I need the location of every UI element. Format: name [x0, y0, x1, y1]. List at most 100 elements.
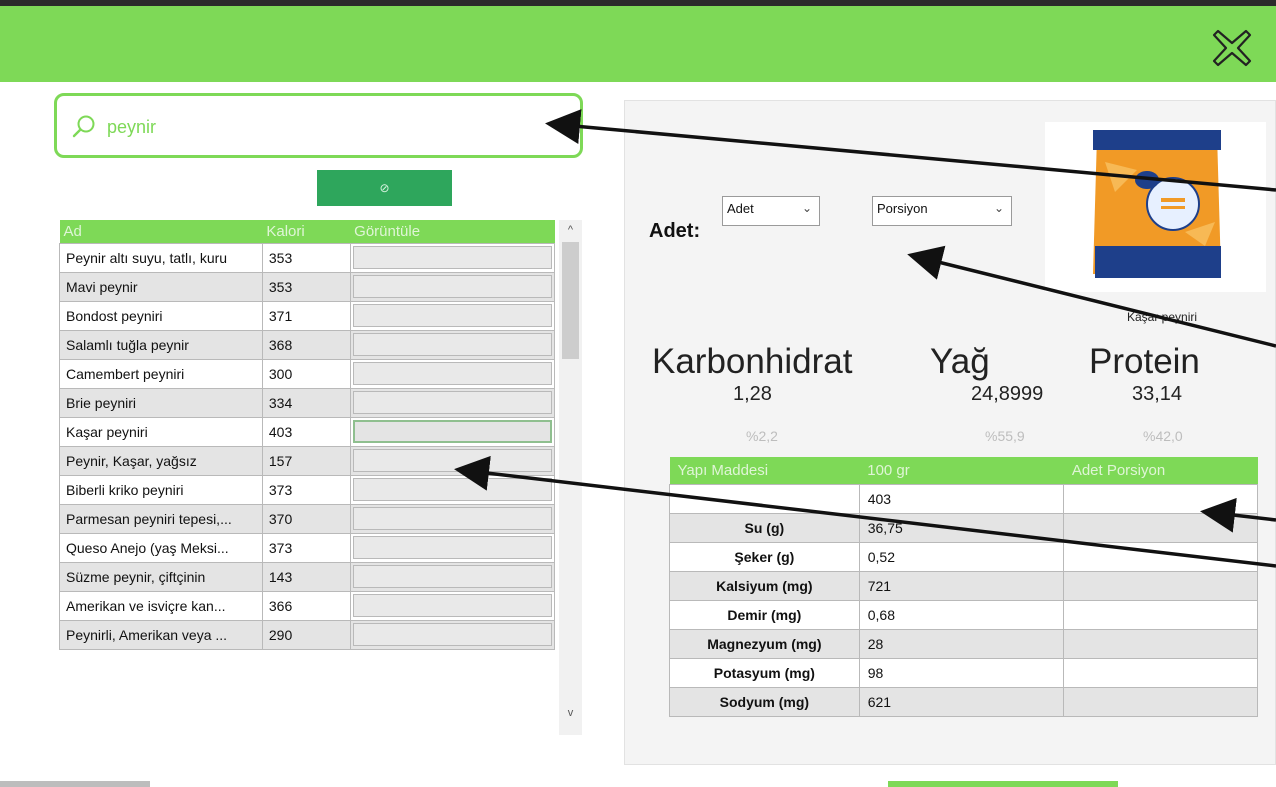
food-calorie: 300: [261, 358, 351, 389]
table-row[interactable]: Salamlı tuğla peynir 368: [59, 329, 556, 360]
view-cell: [349, 329, 556, 360]
chevron-down-icon: ⌄: [801, 201, 812, 215]
food-calorie: 370: [261, 503, 351, 534]
food-name: Peynir, Kaşar, yağsız: [59, 445, 263, 476]
nutrient-per100: 98: [858, 657, 1065, 688]
view-button[interactable]: [352, 564, 552, 588]
food-name: Peynirli, Amerikan veya ...: [59, 619, 263, 650]
table-row[interactable]: Peynir altı suyu, tatlı, kuru 353: [59, 242, 556, 273]
food-calorie: 371: [261, 300, 351, 331]
nutrient-row: Demir (mg) 0,68: [669, 599, 1258, 630]
food-name: Queso Anejo (yaş Meksi...: [59, 532, 263, 563]
view-button[interactable]: [352, 535, 552, 559]
food-calorie: 353: [261, 242, 351, 273]
view-cell: [349, 358, 556, 389]
nutrient-row: Potasyum (mg) 98: [669, 657, 1258, 688]
nutrient-per100: 0,52: [858, 541, 1065, 572]
view-button[interactable]: [352, 593, 552, 617]
view-button[interactable]: [352, 506, 552, 530]
unit-select-value: Adet: [727, 201, 754, 216]
view-button[interactable]: [352, 332, 552, 356]
food-name: Mavi peynir: [59, 271, 263, 302]
table-row[interactable]: Kaşar peyniri 403: [59, 416, 556, 447]
nutrient-portion: [1063, 599, 1258, 630]
table-row[interactable]: Parmesan peyniri tepesi,... 370: [59, 503, 556, 534]
food-name: Kaşar peyniri: [59, 416, 263, 447]
scroll-up-arrow-icon[interactable]: ^: [559, 224, 582, 242]
food-calorie: 366: [261, 590, 351, 621]
table-row[interactable]: Biberli kriko peyniri 373: [59, 474, 556, 505]
food-name: Brie peyniri: [59, 387, 263, 418]
nutrient-per100: 0,68: [858, 599, 1065, 630]
table-row[interactable]: Brie peyniri 334: [59, 387, 556, 418]
view-button[interactable]: [352, 303, 552, 327]
search-input[interactable]: [105, 110, 545, 144]
food-calorie: 290: [261, 619, 351, 650]
nutrient-row: Kalsiyum (mg) 721: [669, 570, 1258, 601]
scroll-down-arrow-icon[interactable]: v: [559, 707, 582, 725]
nutrient-portion: [1063, 570, 1258, 601]
view-cell: [349, 532, 556, 563]
fat-percent: %55,9: [985, 428, 1025, 444]
food-name: Biberli kriko peyniri: [59, 474, 263, 505]
nutrient-name: Kalsiyum (mg): [669, 570, 860, 601]
table-row[interactable]: Süzme peynir, çiftçinin 143: [59, 561, 556, 592]
adet-label-text: Adet: [649, 220, 694, 242]
search-box: [54, 93, 583, 158]
search-button[interactable]: ⊘: [317, 170, 452, 206]
fat-value: 24,8999: [971, 383, 1044, 405]
close-icon: [1212, 29, 1252, 67]
table-row[interactable]: Bondost peyniri 371: [59, 300, 556, 331]
view-button[interactable]: [352, 622, 552, 646]
food-calorie: 403: [261, 416, 351, 447]
view-button[interactable]: [352, 274, 552, 298]
table-row[interactable]: Queso Anejo (yaş Meksi... 373: [59, 532, 556, 563]
nutrient-name: Su (g): [669, 512, 860, 543]
view-cell: [349, 416, 556, 447]
column-header-per100: 100 gr: [859, 457, 1064, 484]
view-cell: [349, 445, 556, 476]
portion-select[interactable]: Porsiyon ⌄: [872, 196, 1012, 226]
close-button[interactable]: [1210, 26, 1254, 70]
view-cell: [349, 271, 556, 302]
table-row[interactable]: Peynirli, Amerikan veya ... 290: [59, 619, 556, 650]
table-row[interactable]: Mavi peynir 353: [59, 271, 556, 302]
food-name: Camembert peyniri: [59, 358, 263, 389]
view-button[interactable]: [352, 245, 552, 269]
table-row[interactable]: Amerikan ve isviçre kan... 366: [59, 590, 556, 621]
portion-select-value: Porsiyon: [877, 201, 928, 216]
bottom-strip: [0, 781, 150, 787]
nutrient-per100: 721: [858, 570, 1065, 601]
nutrient-portion: [1063, 541, 1258, 572]
protein-value: 33,14: [1132, 383, 1183, 405]
nutrient-row: Sodyum (mg) 621: [669, 686, 1258, 717]
nutrient-name: Magnezyum (mg): [669, 628, 860, 659]
table-row[interactable]: Peynir, Kaşar, yağsız 157: [59, 445, 556, 476]
food-table-scrollbar[interactable]: ^ v: [559, 220, 582, 735]
protein-title: Protein: [1089, 342, 1200, 381]
view-button[interactable]: [352, 420, 552, 443]
view-button[interactable]: [352, 477, 552, 501]
table-row[interactable]: Camembert peyniri 300: [59, 358, 556, 389]
scrollbar-thumb[interactable]: [562, 242, 579, 359]
nutrient-row: Enerji (kcal) 403: [669, 483, 1258, 514]
view-button[interactable]: [352, 361, 552, 385]
adet-label-colon: :: [693, 220, 701, 242]
food-table-header: Ad Kalori Görüntüle: [59, 220, 555, 243]
unit-select[interactable]: Adet ⌄: [722, 196, 820, 226]
view-button[interactable]: [352, 390, 552, 414]
adet-label: Adet:: [649, 220, 700, 243]
column-header-portion: Adet Porsiyon: [1063, 457, 1258, 484]
product-name: Kaşar peyniri: [1127, 310, 1198, 324]
view-button[interactable]: [352, 448, 552, 472]
food-name: Peynir altı suyu, tatlı, kuru: [59, 242, 263, 273]
chevron-down-icon: ⌄: [993, 201, 1004, 215]
food-calorie: 373: [261, 474, 351, 505]
nutrient-row: Su (g) 36,75: [669, 512, 1258, 543]
nutrient-portion: [1063, 512, 1258, 543]
food-name: Bondost peyniri: [59, 300, 263, 331]
title-bar: [0, 6, 1276, 82]
protein-percent: %42,0: [1143, 428, 1183, 444]
food-name: Parmesan peyniri tepesi,...: [59, 503, 263, 534]
food-calorie: 334: [261, 387, 351, 418]
